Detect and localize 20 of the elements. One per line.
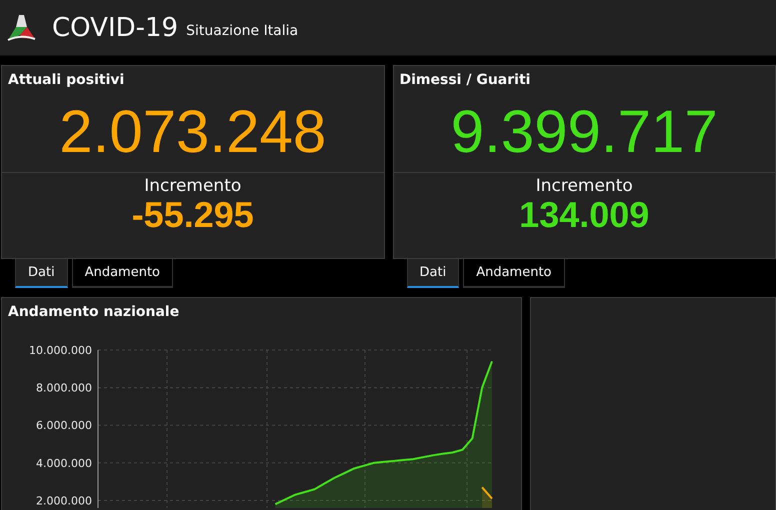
panel-title: Andamento nazionale [7, 303, 180, 320]
y-tick-label: 6.000.000 [36, 419, 92, 432]
tab[interactable]: Andamento [463, 259, 564, 288]
tab[interactable]: Dati [406, 259, 460, 288]
y-tick-label: 10.000.000 [29, 344, 92, 357]
app-subtitle: Situazione Italia [186, 22, 298, 38]
y-tick-label: 2.000.000 [36, 494, 92, 508]
stat-value: 9.399.717 [450, 102, 719, 167]
tab[interactable]: Dati [15, 259, 68, 288]
app-title: COVID-19 [52, 12, 178, 42]
card-title: Dimessi / Guariti [398, 71, 532, 88]
card-title: Attuali positivi [7, 71, 126, 88]
delta-label: Incremento [143, 176, 242, 196]
delta-label: Incremento [534, 176, 634, 196]
y-tick-label: 8.000.000 [36, 382, 92, 395]
y-tick-label: 4.000.000 [36, 456, 92, 470]
stat-value: 2.073.248 [58, 102, 328, 167]
delta-value: -55.295 [130, 196, 255, 234]
tab[interactable]: Andamento [72, 259, 173, 288]
delta-value: 134.009 [518, 196, 650, 234]
